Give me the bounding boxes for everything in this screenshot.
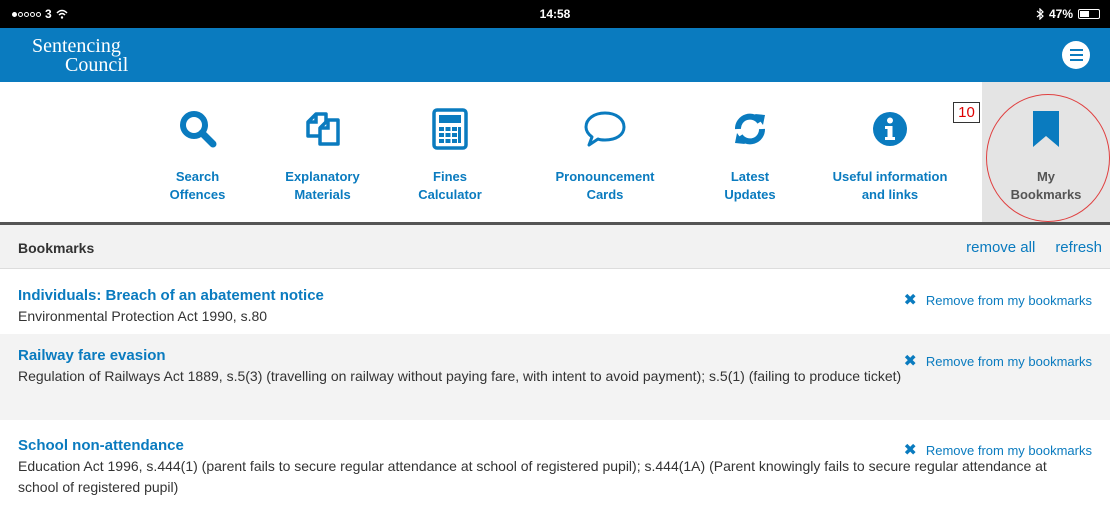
nav-label-line2: Cards <box>586 187 624 202</box>
battery-icon <box>1078 9 1100 19</box>
bookmarks-list: Individuals: Breach of an abatement noti… <box>0 270 1110 506</box>
close-icon: ✖ <box>903 353 917 370</box>
close-icon: ✖ <box>903 292 917 309</box>
nav-latest-updates[interactable]: Latest Updates <box>705 82 795 222</box>
nav-fines-calculator[interactable]: Fines Calculator <box>405 82 495 222</box>
battery-percent: 47% <box>1048 7 1073 21</box>
bluetooth-icon <box>1036 8 1044 20</box>
nav-explanatory-materials[interactable]: Explanatory Materials <box>270 82 375 222</box>
remove-all-link[interactable]: remove all <box>966 239 1035 256</box>
list-item: Railway fare evasion Regulation of Railw… <box>0 334 1110 420</box>
nav-label-line1: Explanatory <box>285 169 360 184</box>
nav-label-line1: Latest <box>730 169 770 184</box>
nav-pronouncement-cards[interactable]: Pronouncement Cards <box>540 82 670 222</box>
nav-label-line2: Materials <box>294 187 351 202</box>
remove-bookmark-label: Remove from my bookmarks <box>925 442 1092 458</box>
status-right: 47% <box>1036 7 1100 21</box>
nav-useful-information[interactable]: Useful information and links <box>820 82 960 222</box>
refresh-link[interactable]: refresh <box>1055 239 1102 256</box>
remove-bookmark-label: Remove from my bookmarks <box>925 353 1092 369</box>
annotation-number: 10 <box>953 102 980 123</box>
app-header: Sentencing Council <box>0 28 1110 82</box>
status-bar: 3 14:58 47% <box>0 0 1110 28</box>
nav-label-line1: Fines <box>433 169 467 184</box>
annotation-circle <box>986 94 1110 222</box>
list-item: Individuals: Breach of an abatement noti… <box>0 270 1110 334</box>
speech-bubble-icon <box>584 111 626 147</box>
menu-button[interactable] <box>1062 41 1090 69</box>
status-time: 14:58 <box>539 7 571 21</box>
info-icon <box>873 112 907 146</box>
list-item: School non-attendance Education Act 1996… <box>0 420 1110 506</box>
bookmarks-title: Bookmarks <box>18 240 95 256</box>
refresh-icon <box>735 113 765 145</box>
nav-search-offences[interactable]: Search Offences <box>150 82 245 222</box>
nav-label-line2: Calculator <box>418 187 482 202</box>
calculator-icon <box>432 108 468 150</box>
nav-label-line1: Pronouncement <box>555 169 655 184</box>
documents-icon <box>305 112 340 146</box>
bookmark-desc: Education Act 1996, s.444(1) (parent fai… <box>18 458 1047 495</box>
nav-label-line1: Useful information <box>832 169 948 184</box>
close-icon: ✖ <box>903 442 917 459</box>
nav-label-line2: and links <box>861 187 919 202</box>
main-nav: Search Offences Explanatory Materials Fine… <box>0 82 1110 222</box>
remove-bookmark-label: Remove from my bookmarks <box>925 292 1092 308</box>
nav-label-line2: Offences <box>169 187 226 202</box>
logo[interactable]: Sentencing Council <box>32 36 129 76</box>
remove-bookmark-button[interactable]: ✖ Remove from my bookmarks <box>903 440 1092 460</box>
nav-label-line1: Search <box>175 169 220 184</box>
remove-bookmark-button[interactable]: ✖ Remove from my bookmarks <box>903 290 1092 310</box>
bookmarks-actions: remove all refresh <box>966 239 1102 256</box>
menu-icon <box>1069 49 1083 51</box>
remove-bookmark-button[interactable]: ✖ Remove from my bookmarks <box>903 351 1092 371</box>
bookmarks-header: Bookmarks remove all refresh <box>0 225 1110 269</box>
search-icon <box>179 111 216 148</box>
logo-line2: Council <box>65 54 129 76</box>
nav-label-line2: Updates <box>724 187 776 202</box>
